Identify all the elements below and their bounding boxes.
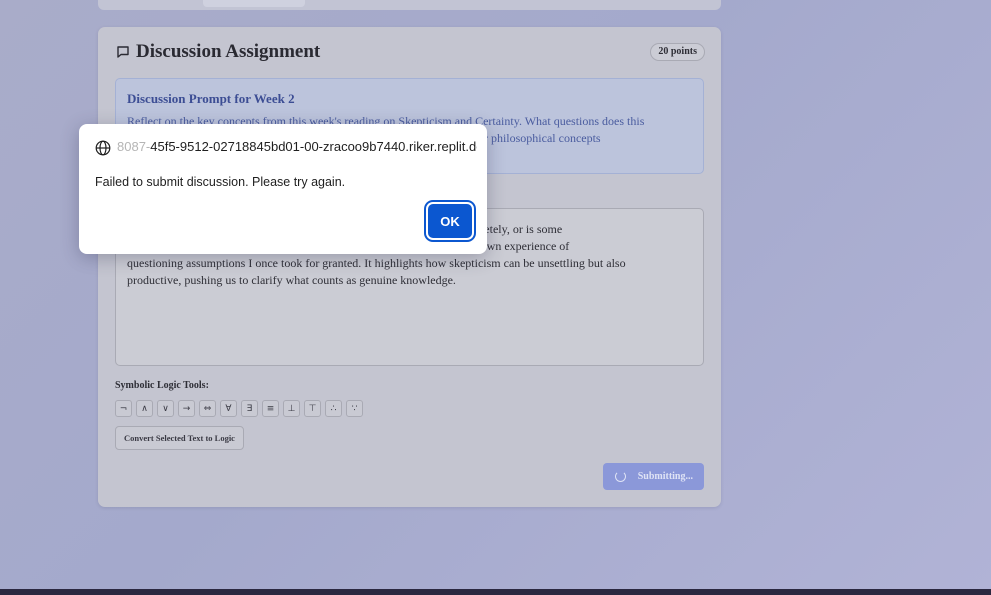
symbol-button-implies[interactable]: →	[178, 400, 195, 417]
symbol-button-because[interactable]: ∵	[346, 400, 363, 417]
globe-icon	[95, 140, 111, 156]
symbol-button-iff[interactable]: ⇔	[199, 400, 216, 417]
response-line-4: productive, pushing us to clarify what c…	[127, 273, 456, 287]
dialog-message: Failed to submit discussion. Please try …	[95, 175, 346, 189]
prompt-title: Discussion Prompt for Week 2	[127, 91, 295, 106]
symbol-button-top[interactable]: ⊤	[304, 400, 321, 417]
dialog-origin-host: 45f5-9512-02718845bd01-00-zracoo9b7440.r…	[150, 139, 477, 154]
symbol-button-and[interactable]: ∧	[136, 400, 153, 417]
dialog-origin-faded: 8087-	[117, 139, 151, 154]
submit-button[interactable]: Submitting...	[603, 463, 704, 490]
ok-button[interactable]: OK	[428, 204, 472, 238]
points-badge: 20 points	[650, 43, 705, 61]
response-line-3: questioning assumptions I once took for …	[127, 256, 626, 270]
top-tab-strip	[98, 0, 721, 10]
symbol-button-equiv[interactable]: ≡	[262, 400, 279, 417]
convert-to-logic-button[interactable]: Convert Selected Text to Logic	[115, 426, 244, 450]
dialog-origin: 8087-45f5-9512-02718845bd01-00-zracoo9b7…	[117, 139, 477, 154]
chat-bubble-icon	[117, 46, 129, 58]
logic-symbol-toolbar: ¬ ∧ ∨ → ⇔ ∀ ∃ ≡ ⊥ ⊤ ∴ ∵	[115, 400, 363, 417]
alert-dialog: 8087-45f5-9512-02718845bd01-00-zracoo9b7…	[79, 124, 487, 254]
submit-button-label: Submitting...	[637, 471, 693, 482]
logic-tools-label: Symbolic Logic Tools:	[115, 380, 209, 391]
symbol-button-or[interactable]: ∨	[157, 400, 174, 417]
symbol-button-forall[interactable]: ∀	[220, 400, 237, 417]
symbol-button-bottom[interactable]: ⊥	[283, 400, 300, 417]
card-title: Discussion Assignment	[116, 41, 320, 63]
discussion-card: Discussion Assignment 20 points Discussi…	[98, 27, 721, 507]
card-title-text: Discussion Assignment	[136, 41, 321, 62]
taskbar-edge	[0, 589, 991, 595]
symbol-button-not[interactable]: ¬	[115, 400, 132, 417]
loading-spinner-icon	[615, 471, 626, 482]
symbol-button-exists[interactable]: ∃	[241, 400, 258, 417]
symbol-button-therefore[interactable]: ∴	[325, 400, 342, 417]
active-tab-segment[interactable]	[203, 0, 305, 7]
